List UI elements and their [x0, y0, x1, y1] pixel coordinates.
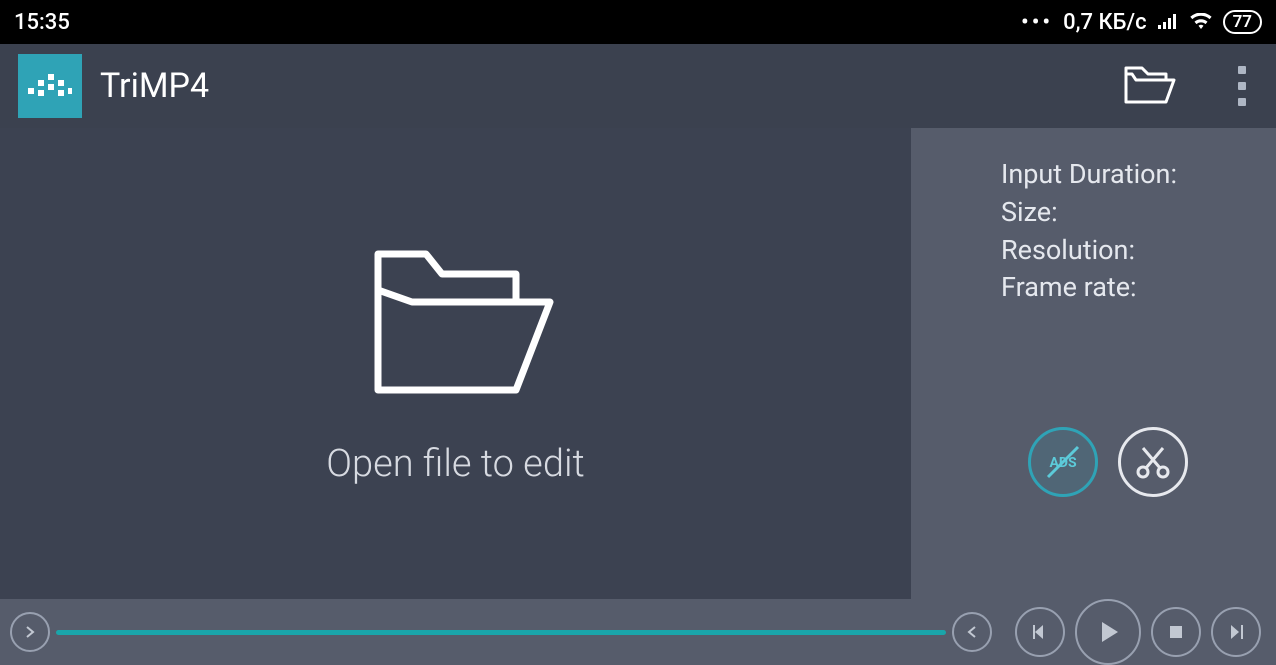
stop-button[interactable] — [1151, 607, 1201, 657]
size-label: Size: — [1001, 194, 1276, 232]
more-icon: ••• — [1021, 10, 1053, 35]
network-speed: 0,7 КБ/с — [1063, 10, 1146, 35]
open-file-area[interactable]: Open file to edit — [0, 128, 911, 599]
step-forward-button[interactable] — [1211, 607, 1261, 657]
play-button[interactable] — [1075, 599, 1141, 665]
resolution-label: Resolution: — [1001, 232, 1276, 270]
framerate-label: Frame rate: — [1001, 269, 1276, 307]
app-title: TriMP4 — [100, 66, 1122, 106]
timeline-collapse-button[interactable] — [952, 612, 992, 652]
status-bar: 15:35 ••• 0,7 КБ/с 77 — [0, 0, 1276, 44]
battery-icon: 77 — [1223, 10, 1262, 34]
playback-bar — [0, 599, 1276, 665]
open-folder-button[interactable] — [1122, 64, 1178, 108]
overflow-menu-button[interactable] — [1238, 66, 1246, 106]
signal-icon — [1157, 13, 1179, 31]
step-back-button[interactable] — [1015, 607, 1065, 657]
input-duration-label: Input Duration: — [1001, 156, 1276, 194]
timeline-expand-button[interactable] — [10, 612, 50, 652]
open-file-label: Open file to edit — [326, 442, 584, 486]
remove-ads-button[interactable]: ADS — [1028, 427, 1098, 497]
info-panel: Input Duration: Size: Resolution: Frame … — [911, 128, 1276, 599]
app-logo-icon — [18, 54, 82, 118]
app-header: TriMP4 — [0, 44, 1276, 128]
status-right: ••• 0,7 КБ/с 77 — [1021, 10, 1262, 35]
action-buttons: ADS — [911, 427, 1276, 497]
timeline-slider[interactable] — [56, 630, 946, 635]
folder-open-icon — [356, 242, 556, 402]
main-panel: Open file to edit Input Duration: Size: … — [0, 128, 1276, 599]
status-time: 15:35 — [14, 10, 70, 35]
cut-button[interactable] — [1118, 427, 1188, 497]
wifi-icon — [1189, 13, 1213, 31]
